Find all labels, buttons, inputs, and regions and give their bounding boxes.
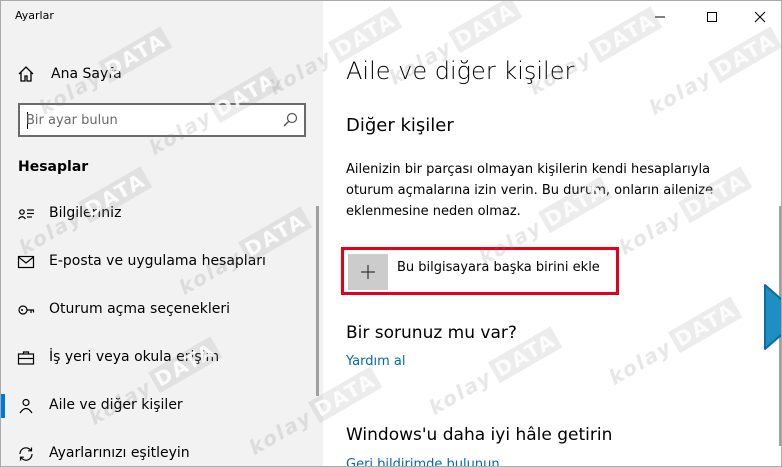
main-content: Aile ve diğer kişiler Diğer kişiler Aile… <box>323 1 781 466</box>
sidebar-item-sync-settings[interactable]: Ayarlarınızı eşitleyin <box>1 434 316 466</box>
add-someone-button[interactable]: Bu bilgisayara başka birini ekle <box>341 247 619 295</box>
sidebar: Ayarlar Ana Sayfa Hesaplar Bilgileriniz <box>1 1 323 466</box>
get-help-link[interactable]: Yardım al <box>346 354 405 369</box>
close-button[interactable] <box>737 1 781 33</box>
sidebar-item-label: Ayarlarınızı eşitleyin <box>49 445 190 461</box>
sidebar-item-label: Bilgileriniz <box>49 205 122 221</box>
home-nav-item[interactable]: Ana Sayfa <box>1 57 323 91</box>
other-people-description: Ailenizin bir parçası olmayan kişilerin … <box>346 162 714 219</box>
give-feedback-link[interactable]: Geri bildirimde bulunun <box>346 457 500 466</box>
sidebar-item-work-access[interactable]: İş yeri veya okula erişim <box>1 338 316 378</box>
plus-icon <box>361 265 375 279</box>
minimize-button[interactable] <box>637 1 683 33</box>
sidebar-item-label: Oturum açma seçenekleri <box>49 301 231 317</box>
sidebar-item-label: İş yeri veya okula erişim <box>49 349 220 365</box>
search-input[interactable] <box>26 110 276 130</box>
sync-icon <box>17 445 35 463</box>
sidebar-item-your-info[interactable]: Bilgileriniz <box>1 194 316 234</box>
settings-window: Ayarlar Ana Sayfa Hesaplar Bilgileriniz <box>0 0 782 467</box>
home-label: Ana Sayfa <box>51 66 122 82</box>
app-title: Ayarlar <box>15 9 54 22</box>
close-icon <box>754 11 766 23</box>
search-box[interactable] <box>18 103 306 137</box>
selected-indicator <box>1 394 5 418</box>
person-icon <box>17 397 35 415</box>
briefcase-icon <box>17 349 35 367</box>
improve-windows-heading: Windows'u daha iyi hâle getirin <box>346 425 613 445</box>
maximize-icon <box>707 12 717 22</box>
page-title: Aile ve diğer kişiler <box>346 57 575 85</box>
mail-icon <box>17 253 35 271</box>
other-people-heading: Diğer kişiler <box>346 115 454 136</box>
section-title: Hesaplar <box>18 159 89 175</box>
sidebar-item-label: E-posta ve uygulama hesapları <box>49 253 266 269</box>
add-someone-label: Bu bilgisayara başka birini ekle <box>397 260 600 275</box>
maximize-button[interactable] <box>689 1 735 33</box>
search-icon[interactable] <box>282 112 298 128</box>
user-card-icon <box>17 205 35 223</box>
minimize-icon <box>655 16 665 18</box>
sidebar-item-family-other-people[interactable]: Aile ve diğer kişiler <box>1 386 316 426</box>
sidebar-scrollbar[interactable] <box>316 206 319 396</box>
sidebar-item-email-accounts[interactable]: E-posta ve uygulama hesapları <box>1 242 316 282</box>
sidebar-item-sign-in-options[interactable]: Oturum açma seçenekleri <box>1 290 316 330</box>
key-icon <box>17 301 35 319</box>
sidebar-item-label: Aile ve diğer kişiler <box>49 397 183 413</box>
help-heading: Bir sorunuz mu var? <box>346 323 517 343</box>
home-icon <box>17 65 35 83</box>
add-icon-box <box>348 254 388 290</box>
